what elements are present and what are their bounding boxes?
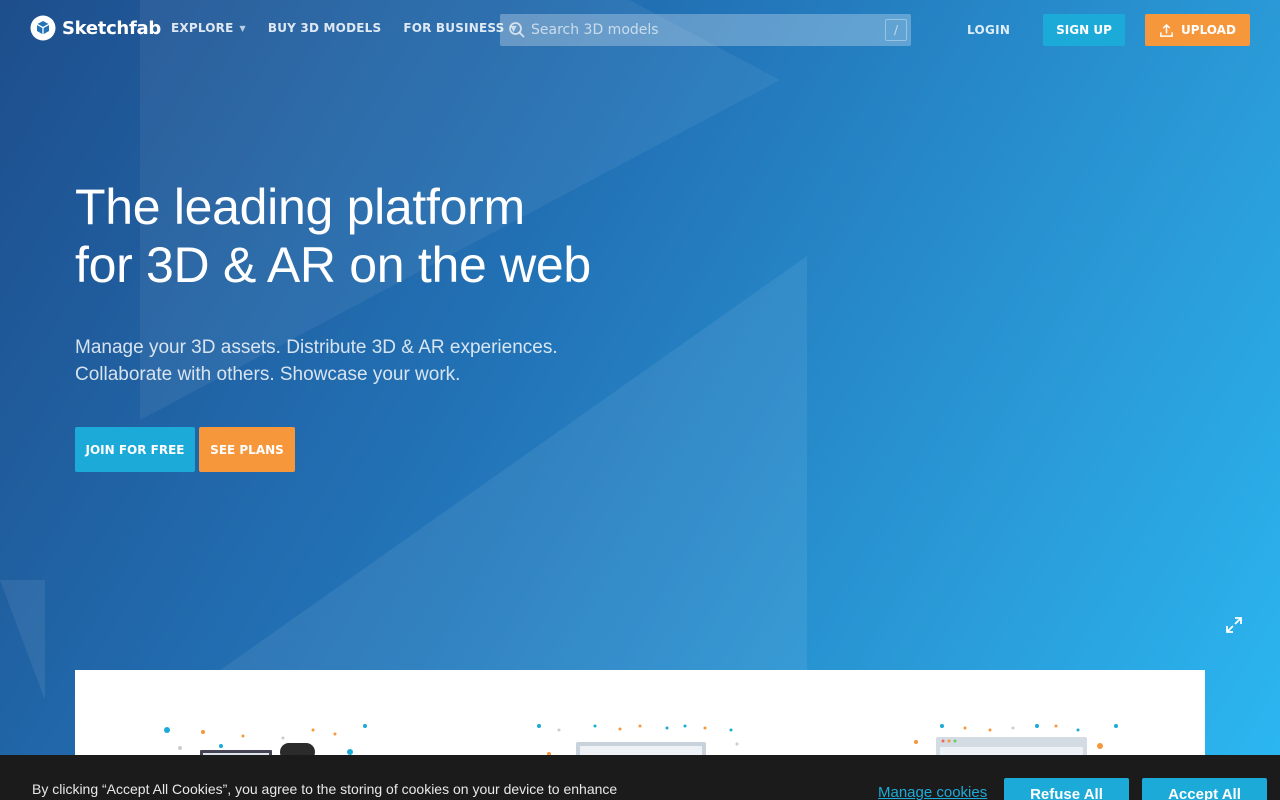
main-nav: EXPLORE ▼ BUY 3D MODELS FOR BUSINESS ▼ [171,21,517,35]
expand-icon[interactable] [1225,616,1243,634]
nav-explore-label: EXPLORE [171,21,234,35]
upload-label: UPLOAD [1181,23,1236,37]
search-bar: / [500,14,911,46]
logo-text: Sketchfab [62,17,161,39]
cookie-text: By clicking “Accept All Cookies”, you ag… [32,781,618,797]
hero-subtext-line2: Collaborate with others. Showcase your w… [75,364,461,385]
nav-buy-3d-models[interactable]: BUY 3D MODELS [268,21,381,35]
accept-all-button[interactable]: Accept All [1142,778,1267,800]
caret-down-icon: ▼ [239,23,246,33]
sketchfab-logo-icon [30,15,56,41]
upload-icon [1160,23,1173,37]
nav-explore[interactable]: EXPLORE ▼ [171,21,246,35]
search-icon [509,22,525,38]
login-link[interactable]: LOGIN [967,23,1010,37]
site-header: Sketchfab EXPLORE ▼ BUY 3D MODELS FOR BU… [0,0,1280,60]
refuse-all-button[interactable]: Refuse All [1004,778,1129,800]
nav-business-label: FOR BUSINESS [403,21,505,35]
cookie-banner: By clicking “Accept All Cookies”, you ag… [0,755,1280,800]
hero-subtext-line1: Manage your 3D assets. Distribute 3D & A… [75,337,558,358]
see-plans-button[interactable]: SEE PLANS [199,427,295,472]
hero-subtext: Manage your 3D assets. Distribute 3D & A… [75,334,558,388]
search-input[interactable] [531,14,885,46]
manage-cookies-link[interactable]: Manage cookies [878,784,987,800]
join-for-free-button[interactable]: JOIN FOR FREE [75,427,195,472]
search-shortcut-key: / [885,19,907,41]
signup-button[interactable]: SIGN UP [1043,14,1125,46]
background-shape [212,256,807,676]
nav-buy-label: BUY 3D MODELS [267,21,382,35]
hero-headline: The leading platform for 3D & AR on the … [75,178,591,294]
background-shape [0,580,45,700]
hero-headline-line2: for 3D & AR on the web [75,237,591,293]
sketchfab-logo[interactable]: Sketchfab [30,15,161,41]
upload-button[interactable]: UPLOAD [1145,14,1250,46]
hero-headline-line1: The leading platform [75,179,525,235]
hero-section: Sketchfab EXPLORE ▼ BUY 3D MODELS FOR BU… [0,0,1280,800]
